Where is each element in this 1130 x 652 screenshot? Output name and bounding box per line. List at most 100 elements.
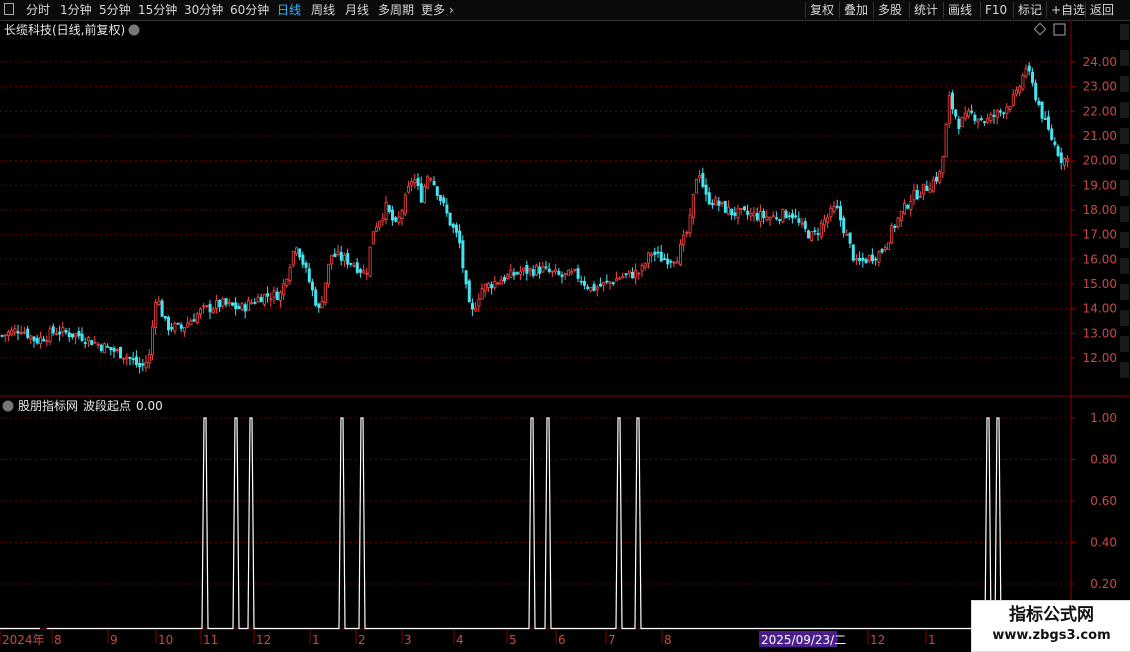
period-tab-0[interactable]: 分时 (26, 2, 50, 18)
candle-body (976, 119, 980, 123)
candle-body (470, 302, 474, 310)
period-tab-9[interactable]: 多周期 (378, 2, 414, 18)
period-tab-7[interactable]: 周线 (311, 2, 335, 18)
candle-body (845, 233, 849, 236)
candle-body (13, 328, 17, 333)
candle-body (672, 261, 676, 264)
side-label-stub (1120, 50, 1129, 66)
candle-body (186, 322, 190, 328)
candle-body (166, 316, 170, 331)
candle-body (605, 280, 609, 283)
candle-body (947, 95, 951, 124)
period-tab-1[interactable]: 1分钟 (60, 2, 92, 18)
period-tab-3[interactable]: 15分钟 (138, 2, 177, 18)
candle-body (394, 217, 398, 222)
candle-body (442, 197, 446, 204)
candle-body (128, 356, 132, 359)
candle-body (765, 216, 769, 221)
candle-body (493, 281, 497, 289)
candle-body (138, 362, 142, 368)
x-axis-label: 9 (110, 633, 118, 647)
candle-body (819, 222, 823, 238)
x-axis-label: 10 (158, 633, 173, 647)
candle-body (474, 307, 478, 312)
candle-body (93, 341, 97, 344)
candle-body (842, 217, 846, 234)
side-label-stub (1120, 102, 1129, 118)
candle-body (48, 328, 52, 342)
candle-body (349, 263, 353, 265)
price-tick-label: 22.00 (1083, 104, 1117, 118)
candle-body (1043, 118, 1047, 120)
price-tick-label: 13.00 (1083, 326, 1117, 340)
price-tick-label: 20.00 (1083, 154, 1117, 168)
candle-body (938, 171, 942, 183)
chevron-right-icon[interactable]: › (449, 2, 454, 18)
candle-body (890, 225, 894, 244)
candle-body (663, 258, 667, 260)
candle-body (1066, 158, 1070, 162)
candle-body (310, 281, 314, 291)
candle-body (83, 342, 87, 344)
candle-body (170, 326, 174, 330)
candle-body (931, 179, 935, 192)
candle-body (218, 299, 222, 308)
candle-body (419, 183, 423, 203)
candle-body (576, 268, 580, 279)
candle-body (787, 215, 791, 218)
side-label-stub (1120, 284, 1129, 300)
candle-body (874, 258, 878, 261)
candle-body (61, 327, 65, 333)
candle-body (119, 346, 123, 359)
candle-body (771, 215, 775, 218)
toolbar-button-1[interactable]: 叠加 (844, 2, 868, 18)
toolbar-button-6[interactable]: 标记 (1018, 2, 1042, 18)
candle-body (112, 347, 116, 352)
price-tick-label: 17.00 (1083, 228, 1117, 242)
candle-body (640, 265, 644, 272)
toolbar-button-0[interactable]: 复权 (810, 2, 834, 18)
candle-body (839, 206, 843, 221)
toolbar-button-5[interactable]: F10 (985, 2, 1007, 18)
period-tab-2[interactable]: 5分钟 (99, 2, 131, 18)
candle-body (464, 270, 468, 285)
candle-body (685, 231, 689, 234)
candle-body (800, 222, 804, 225)
candle-body (1018, 86, 1022, 93)
x-axis-label: 2024年 (2, 633, 45, 647)
toolbar-button-4[interactable]: 画线 (948, 2, 972, 18)
candle-body (1063, 158, 1067, 166)
toolbar-button-7[interactable]: +自选 (1051, 2, 1085, 18)
x-axis-label: 12 (256, 633, 271, 647)
candle-body (333, 253, 337, 257)
candle-body (87, 337, 91, 342)
candle-body (346, 253, 350, 265)
candle-body (358, 269, 362, 273)
candle-body (688, 214, 692, 234)
toolbar-separator (805, 2, 806, 18)
candle-body (275, 291, 279, 301)
chart-title: 长缆科技(日线,前复权) (4, 22, 125, 37)
candle-body (1005, 106, 1009, 114)
candle-body (986, 117, 990, 123)
period-tab-8[interactable]: 月线 (345, 2, 369, 18)
candle-body (45, 340, 49, 342)
side-label-stub (1120, 128, 1129, 144)
candle-body (416, 177, 420, 187)
toolbar-button-3[interactable]: 统计 (914, 2, 938, 18)
period-tab-4[interactable]: 30分钟 (184, 2, 223, 18)
candle-body (618, 277, 622, 280)
period-tab-5[interactable]: 60分钟 (230, 2, 269, 18)
candle-body (298, 248, 302, 258)
toolbar-button-8[interactable]: 返回 (1090, 2, 1114, 18)
candle-body (278, 292, 282, 301)
candle-body (307, 268, 311, 283)
candle-body (96, 343, 100, 346)
period-tab-6[interactable]: 日线 (277, 2, 301, 18)
period-tab-10[interactable]: 更多 (421, 2, 445, 18)
toolbar-button-2[interactable]: 多股 (878, 2, 902, 18)
toolbar-separator (943, 2, 944, 18)
candle-body (144, 361, 148, 369)
candle-body (397, 216, 401, 223)
panel-toggle-icon[interactable] (4, 3, 14, 15)
